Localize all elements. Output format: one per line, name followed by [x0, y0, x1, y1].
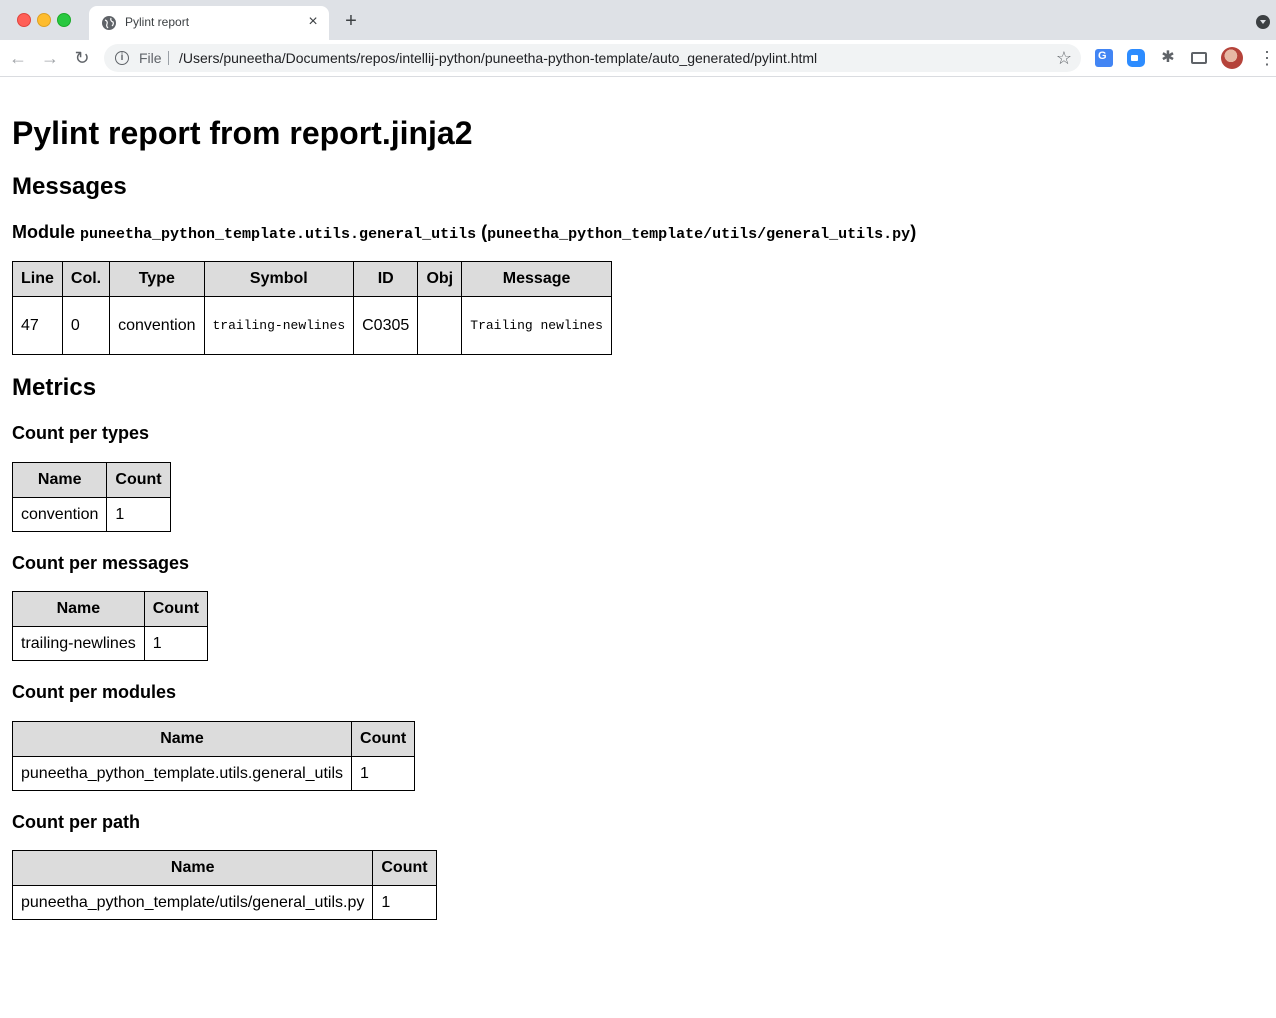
count-per-modules-heading: Count per modules	[12, 682, 177, 702]
back-arrow-icon[interactable]: ←	[8, 48, 28, 68]
address-separator	[168, 51, 169, 65]
tab-search-icon[interactable]	[1256, 15, 1270, 29]
col-header-count: Count	[351, 721, 416, 757]
count-per-modules-table: Name Count puneetha_python_template.util…	[11, 721, 416, 791]
tab-title: Pylint report	[125, 15, 190, 29]
translate-extension-icon[interactable]	[1095, 49, 1113, 67]
col-header-name: Name	[11, 462, 108, 498]
cell-count: 1	[351, 756, 416, 791]
table-row: trailing-newlines 1	[12, 626, 208, 661]
reload-icon[interactable]: ↻	[72, 48, 92, 68]
metrics-heading: Metrics	[12, 374, 97, 401]
table-header-row: Name Count	[11, 721, 416, 757]
table-row: 47 0 convention trailing-newlines C0305 …	[12, 296, 612, 355]
cell-col: 0	[61, 296, 111, 355]
module-path-close: )	[910, 222, 917, 242]
cell-count: 1	[106, 497, 171, 532]
cell-name: puneetha_python_template/utils/general_u…	[11, 885, 374, 920]
module-path: puneetha_python_template/utils/general_u…	[487, 226, 911, 243]
cell-name: convention	[11, 497, 108, 532]
count-per-messages-table: Name Count trailing-newlines 1	[12, 591, 208, 661]
col-header-name: Name	[12, 591, 145, 627]
table-row: convention 1	[11, 497, 171, 532]
col-header-symbol: Symbol	[203, 261, 355, 297]
col-header-type: Type	[109, 261, 205, 297]
cell-name: puneetha_python_template.utils.general_u…	[11, 756, 353, 791]
col-header-count: Count	[143, 591, 208, 627]
extensions-puzzle-icon[interactable]: ✱	[1159, 49, 1177, 67]
browser-tab[interactable]: Pylint report ×	[89, 6, 329, 40]
browser-toolbar: ← → ↻ i File /Users/puneetha/Documents/r…	[0, 40, 1276, 77]
messages-heading: Messages	[12, 173, 127, 200]
address-bar[interactable]: i File /Users/puneetha/Documents/repos/i…	[104, 44, 1081, 72]
count-per-types-table: Name Count convention 1	[11, 462, 171, 532]
globe-icon	[102, 16, 116, 30]
cell-name: trailing-newlines	[12, 626, 145, 661]
cast-icon[interactable]	[1191, 52, 1207, 64]
module-name: puneetha_python_template.utils.general_u…	[80, 226, 477, 243]
menu-kebab-icon[interactable]: ⋮	[1258, 48, 1276, 68]
module-heading: Module puneetha_python_template.utils.ge…	[12, 221, 916, 246]
close-window-button[interactable]	[17, 13, 31, 27]
col-header-col: Col.	[61, 261, 111, 297]
module-prefix: Module	[12, 222, 75, 242]
page-title: Pylint report from report.jinja2	[12, 115, 473, 151]
table-header-row: Name Count	[12, 591, 208, 627]
col-header-name: Name	[11, 721, 353, 757]
col-header-name: Name	[11, 850, 374, 886]
col-header-line: Line	[12, 261, 63, 297]
table-header-row: Name Count	[11, 462, 171, 498]
cell-id: C0305	[353, 296, 419, 355]
minimize-window-button[interactable]	[37, 13, 51, 27]
zoom-extension-icon[interactable]	[1127, 49, 1145, 67]
tab-close-icon[interactable]: ×	[305, 14, 321, 30]
table-header-row: Name Count	[11, 850, 437, 886]
cell-line: 47	[12, 296, 63, 355]
cell-count: 1	[143, 626, 208, 661]
col-header-count: Count	[106, 462, 171, 498]
table-row: puneetha_python_template/utils/general_u…	[11, 885, 437, 920]
count-per-types-heading: Count per types	[12, 423, 150, 443]
profile-avatar[interactable]	[1221, 47, 1243, 69]
table-row: puneetha_python_template.utils.general_u…	[11, 756, 416, 791]
count-per-messages-heading: Count per messages	[12, 553, 190, 573]
cell-obj	[417, 296, 463, 355]
count-per-path-table: Name Count puneetha_python_template/util…	[11, 850, 437, 920]
tab-strip: Pylint report × +	[0, 0, 1276, 40]
url-text[interactable]: /Users/puneetha/Documents/repos/intellij…	[179, 50, 817, 66]
col-header-message: Message	[461, 261, 612, 297]
forward-arrow-icon[interactable]: →	[40, 48, 60, 68]
zoom-window-button[interactable]	[57, 13, 71, 27]
col-header-obj: Obj	[417, 261, 463, 297]
info-icon[interactable]: i	[115, 51, 129, 65]
bookmark-star-icon[interactable]: ☆	[1056, 47, 1072, 69]
scheme-label: File	[139, 50, 162, 66]
cell-message: Trailing newlines	[461, 296, 612, 355]
cell-symbol: trailing-newlines	[203, 296, 355, 355]
col-header-id: ID	[353, 261, 419, 297]
count-per-path-heading: Count per path	[12, 812, 140, 832]
table-header-row: Line Col. Type Symbol ID Obj Message	[12, 261, 612, 297]
new-tab-button[interactable]: +	[342, 11, 360, 31]
cell-count: 1	[372, 885, 437, 920]
col-header-count: Count	[372, 850, 437, 886]
cell-type: convention	[109, 296, 205, 355]
messages-table: Line Col. Type Symbol ID Obj Message 47 …	[12, 261, 612, 355]
